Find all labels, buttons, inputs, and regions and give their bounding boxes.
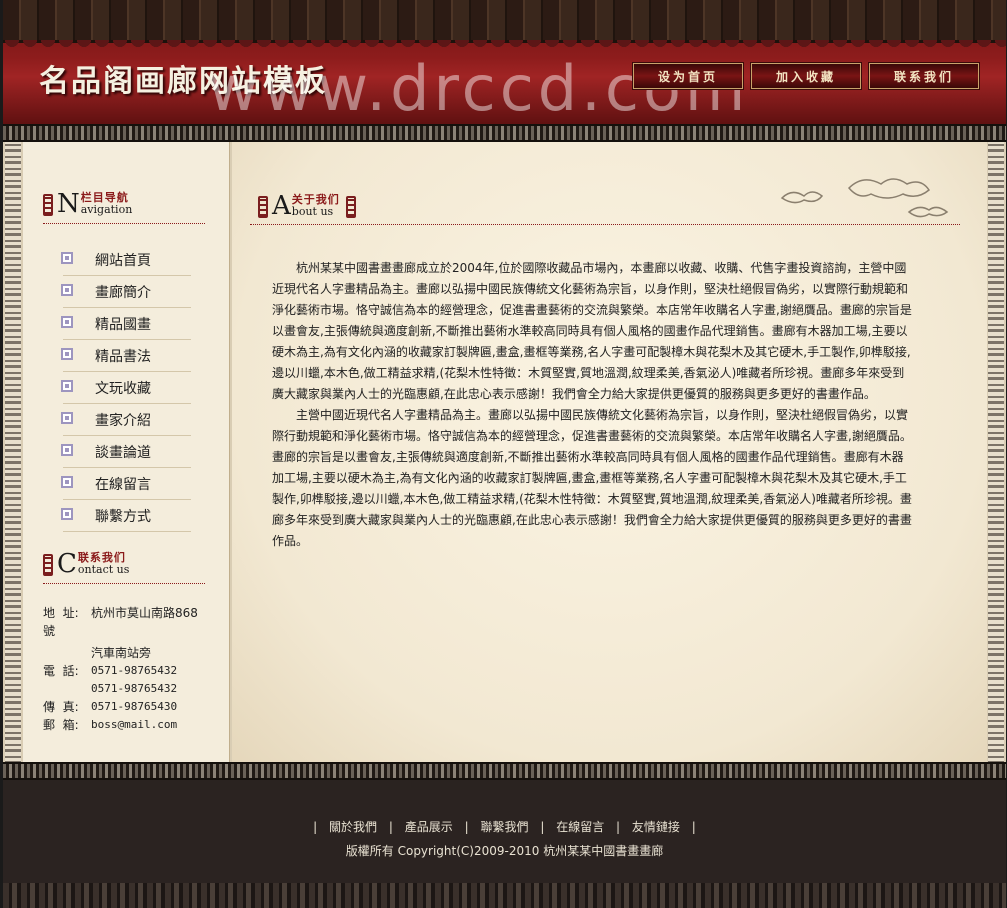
sidebar-item-calligraphy[interactable]: 精品書法 [61,340,191,372]
copyright: 版權所有 Copyright(C)2009-2010 杭州某某中國書畫畫廊 [345,844,664,858]
square-bullet-icon [61,252,73,264]
fret-band-bottom [3,762,1006,780]
sidebar-item-guestbook[interactable]: 在線留言 [61,468,191,500]
cloud-ornament-icon [780,178,949,218]
sidebar-item-contact[interactable]: 聯繫方式 [61,500,191,532]
sidebar-item-label[interactable]: 畫廊簡介 [95,282,151,302]
fret-band-top [3,124,1006,142]
divider [43,223,205,224]
seal-icon [345,196,356,218]
header: 名品阁画廊网站模板 www.drccd.com 设为首页 加入收藏 联系我们 [3,0,1006,128]
footer-link-products[interactable]: 產品展示 [405,820,453,834]
phone-value: 0571-98765432 [91,664,178,677]
square-bullet-icon [61,348,73,360]
sidebar-item-gallery-intro[interactable]: 畫廊簡介 [61,276,191,308]
separator: | [313,820,318,834]
separator: | [616,820,621,834]
email-label: 郵 箱: [43,718,79,732]
seal-icon [258,196,268,218]
nav-section-header: N 栏目导航 avigation [43,189,133,219]
email-value[interactable]: boss@mail.com [91,716,177,734]
about-header-en: bout us [291,205,334,218]
page: 名品阁画廊网站模板 www.drccd.com 设为首页 加入收藏 联系我们 N… [3,0,1006,908]
sidebar-item-label[interactable]: 精品國畫 [95,314,151,334]
divider [43,583,205,584]
sidebar-item-label[interactable]: 談畫論道 [95,442,151,462]
fax-value: 0571-98765430 [91,700,178,713]
sidebar-item-label[interactable]: 精品書法 [95,346,151,366]
sidebar-item-paintings[interactable]: 精品國畫 [61,308,191,340]
square-bullet-icon [61,284,73,296]
roof-tiles-decoration [3,0,1006,48]
divider [250,224,960,225]
nav-header-letter: N [57,189,80,219]
square-bullet-icon [61,476,73,488]
content-panel: A 关于我们 bout us 杭州某某中國書畫畫廊成立於2004年,位於國際收藏… [232,142,987,764]
contact-header-en: ontact us [77,563,130,576]
sidebar-item-label[interactable]: 網站首頁 [95,250,151,270]
phone-label: 電 話: [43,664,79,678]
sidebar-item-discussion[interactable]: 談畫論道 [61,436,191,468]
fax-label: 傳 真: [43,700,79,714]
phone-value: 0571-98765432 [91,682,178,695]
about-paragraph: 主營中國近現代名人字畫精品為主。畫廊以弘揚中國民族傳統文化藝術為宗旨，以身作則，… [272,408,912,548]
footer-link-friends[interactable]: 友情鏈接 [632,820,680,834]
about-text: 杭州某某中國書畫畫廊成立於2004年,位於國際收藏品市場內，本畫廊以收藏、收購、… [272,258,912,552]
separator: | [388,820,393,834]
sidebar-item-label[interactable]: 文玩收藏 [95,378,151,398]
main-area: N 栏目导航 avigation 網站首頁 畫廊簡介 精品國畫 精品書法 文玩收… [3,142,1006,764]
square-bullet-icon [61,444,73,456]
about-section-header: A 关于我们 bout us [258,191,360,221]
separator: | [691,820,696,834]
about-header-letter: A [272,191,291,221]
square-bullet-icon [61,316,73,328]
footer-link-guestbook[interactable]: 在線留言 [556,820,604,834]
separator: | [540,820,545,834]
sidebar: N 栏目导航 avigation 網站首頁 畫廊簡介 精品國畫 精品書法 文玩收… [23,142,230,764]
top-buttons: 设为首页 加入收藏 联系我们 [633,63,979,89]
separator: | [464,820,469,834]
square-bullet-icon [61,412,73,424]
nav-header-en: avigation [80,203,133,216]
add-favorite-button[interactable]: 加入收藏 [751,63,861,89]
sidebar-item-label[interactable]: 聯繫方式 [95,506,151,526]
sidebar-nav: 網站首頁 畫廊簡介 精品國畫 精品書法 文玩收藏 畫家介紹 談畫論道 在線留言 … [41,244,191,532]
footer-link-contact[interactable]: 聯繫我們 [480,820,528,834]
square-bullet-icon [61,380,73,392]
contact-info: 地 址: 杭州市莫山南路868 號 汽車南站旁 電 話: 0571-98765432… [43,604,223,734]
set-homepage-button[interactable]: 设为首页 [633,63,743,89]
footer: | 關於我們 | 產品展示 | 聯繫我們 | 在線留言 | 友情鏈接 | 版權所… [3,790,1006,883]
footer-pattern-decoration [3,883,1006,908]
seal-icon [43,554,53,576]
sidebar-item-label[interactable]: 在線留言 [95,474,151,494]
about-paragraph: 杭州某某中國書畫畫廊成立於2004年,位於國際收藏品市場內，本畫廊以收藏、收購、… [272,261,912,401]
fret-border-right [988,142,1004,764]
contact-header-letter: C [57,549,77,579]
sidebar-item-artists[interactable]: 畫家介紹 [61,404,191,436]
address-label: 地 址: [43,606,79,620]
contact-us-button[interactable]: 联系我们 [869,63,979,89]
address-value-cont: 號 [43,624,56,638]
sidebar-item-collectibles[interactable]: 文玩收藏 [61,372,191,404]
seal-icon [43,194,53,216]
footer-links: | 關於我們 | 產品展示 | 聯繫我們 | 在線留言 | 友情鏈接 | [3,818,1006,835]
sidebar-item-label[interactable]: 畫家介紹 [95,410,151,430]
contact-section-header: C 联系我们 ontact us [43,549,130,579]
footer-link-about[interactable]: 關於我們 [329,820,377,834]
square-bullet-icon [61,508,73,520]
address-value-cont: 汽車南站旁 [91,646,152,660]
sidebar-item-home[interactable]: 網站首頁 [61,244,191,276]
fret-border-left [5,142,21,764]
address-value: 杭州市莫山南路868 [91,606,198,620]
